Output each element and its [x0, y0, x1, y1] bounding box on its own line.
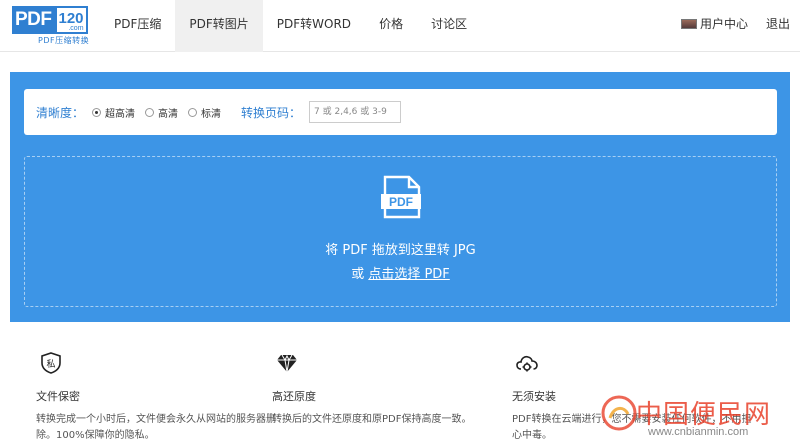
nav-item-pdf-to-word[interactable]: PDF转WORD [263, 0, 365, 52]
feature-privacy: 私 文件保密 转换完成一个小时后，文件便会永久从网站的服务器删除。100%保障你… [36, 352, 276, 444]
logout-link[interactable]: 退出 [766, 0, 790, 48]
clarity-option-ultra-hd[interactable]: 超高清 [92, 105, 135, 120]
pdf-drop-zone[interactable]: PDF 将 PDF 拖放到这里转 JPG 或 点击选择 PDF [24, 156, 777, 307]
select-file-line: 或 点击选择 PDF [25, 263, 776, 282]
pdf-file-icon: PDF [381, 175, 421, 219]
logo-subtitle: PDF压缩转换 [38, 36, 90, 45]
page-range-label: 转换页码： [241, 105, 302, 120]
site-logo[interactable]: PDF 120 .com PDF压缩转换 [12, 6, 94, 46]
conversion-options: 清晰度： 超高清 高清 标清 转换页码： 7 或 2,4,6 或 3-9 [24, 89, 777, 135]
feature-description: 转换后的文件还原度和原PDF保持高度一致。 [272, 414, 472, 425]
main-nav: PDF压缩 PDF转图片 PDF转WORD 价格 讨论区 [100, 0, 481, 52]
header: PDF 120 .com PDF压缩转换 PDF压缩 PDF转图片 PDF转WOR… [0, 0, 800, 52]
user-avatar-icon [680, 19, 697, 29]
clarity-label: 清晰度： [36, 105, 85, 120]
converter-panel: 清晰度： 超高清 高清 标清 转换页码： 7 或 2,4,6 或 3-9 PDF… [10, 72, 790, 322]
nav-item-pdf-to-image[interactable]: PDF转图片 [175, 0, 263, 52]
site-watermark: 中国便民网 www.cnbianmin.com [596, 392, 796, 444]
nav-item-pricing[interactable]: 价格 [365, 0, 417, 52]
radio-icon[interactable] [188, 107, 198, 117]
clarity-option-label: 高清 [158, 108, 179, 120]
private-shield-icon: 私 [41, 352, 61, 374]
feature-description: 转换完成一个小时后，文件便会永久从网站的服务器删除。100%保障你的隐私。 [36, 414, 276, 441]
clarity-option-label: 标清 [201, 108, 222, 120]
select-file-prefix: 或 [351, 267, 369, 282]
radio-icon[interactable] [145, 107, 155, 117]
clarity-option-label: 超高清 [105, 108, 136, 120]
nav-item-pdf-compress[interactable]: PDF压缩 [100, 0, 175, 52]
private-icon-text: 私 [46, 359, 55, 370]
logo-mark: PDF 120 .com [12, 6, 94, 34]
pdf-icon-text: PDF [389, 195, 413, 209]
user-center-link[interactable]: 用户中心 [680, 0, 748, 48]
watermark-url: www.cnbianmin.com [648, 426, 749, 438]
nav-item-forum[interactable]: 讨论区 [417, 0, 481, 52]
clarity-option-hd[interactable]: 高清 [145, 105, 178, 120]
drop-instruction: 将 PDF 拖放到这里转 JPG [325, 243, 476, 258]
feature-fidelity: 高还原度 转换后的文件还原度和原PDF保持高度一致。 [272, 352, 512, 428]
watermark-logo-icon [601, 395, 637, 431]
cloud-gear-icon [516, 355, 538, 372]
user-center-label: 用户中心 [699, 17, 748, 31]
logo-pdf-text: PDF [12, 6, 55, 34]
logo-number: 120 .com [54, 6, 88, 34]
feature-title: 文件保密 [36, 390, 80, 403]
feature-title: 高还原度 [272, 390, 316, 403]
clarity-option-sd[interactable]: 标清 [188, 105, 221, 120]
diamond-icon [277, 354, 297, 373]
logo-domain: .com [68, 25, 84, 32]
page-range-input[interactable]: 7 或 2,4,6 或 3-9 [309, 101, 402, 123]
radio-icon[interactable] [92, 107, 102, 117]
select-pdf-link[interactable]: 点击选择 PDF [368, 267, 449, 282]
